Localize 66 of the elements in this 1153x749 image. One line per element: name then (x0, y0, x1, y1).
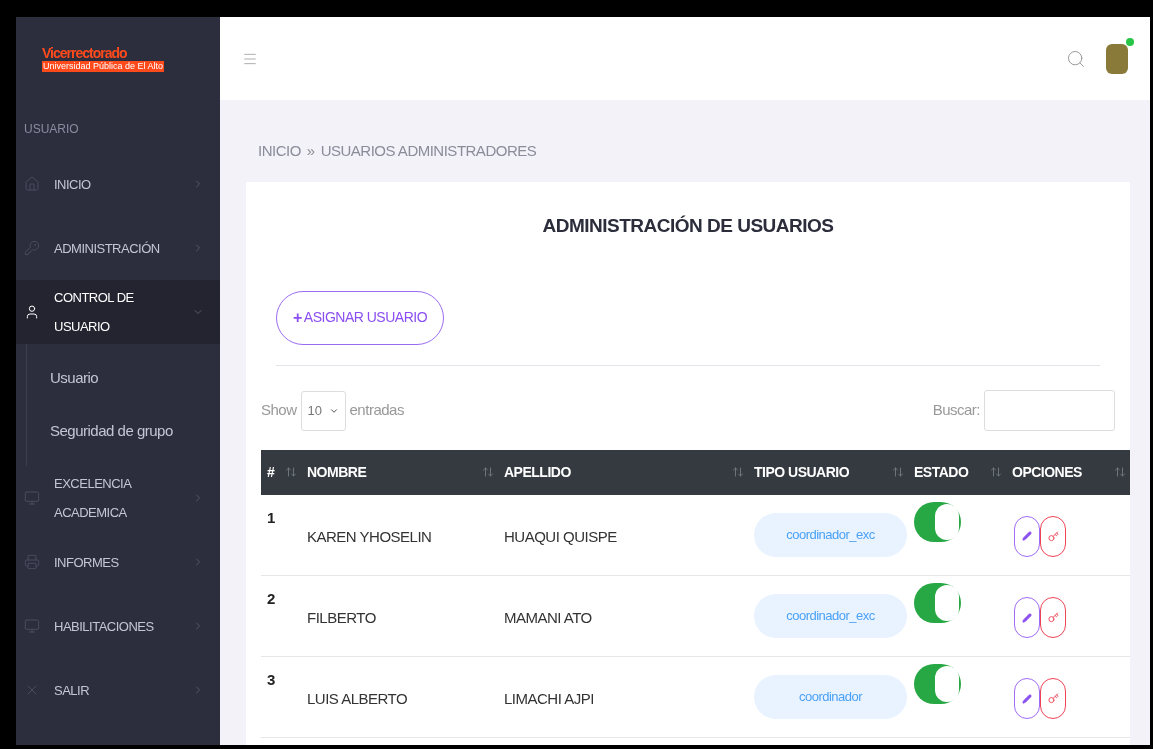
pencil-icon (1022, 531, 1032, 541)
sidebar-label: HABILITACIONES (54, 617, 155, 636)
table-cell: 2 (261, 575, 301, 657)
sidebar-subitem[interactable]: Usuario (27, 352, 220, 405)
sidebar-item[interactable]: HABILITACIONES (16, 594, 220, 658)
key-icon (1047, 612, 1059, 623)
page-size-select[interactable]: 10 (300, 390, 346, 431)
table-cell: LUIS ALBERTO (301, 656, 498, 738)
status-toggle[interactable] (914, 501, 961, 542)
show-label: Show (261, 400, 297, 421)
entries-label: entradas (349, 400, 404, 421)
user-icon (24, 304, 40, 320)
user-type-badge: coordinador_exc (754, 512, 907, 557)
column-header[interactable]: # (261, 449, 301, 495)
column-header[interactable]: NOMBRE (301, 449, 498, 495)
sidebar-item[interactable]: CONTROL DE USUARIO (16, 280, 220, 344)
sort-icon (990, 466, 1002, 478)
sidebar-label: EXCELENCIA ACADEMICA (54, 475, 133, 522)
search-icon[interactable] (1066, 48, 1086, 69)
key-icon (1047, 530, 1059, 542)
sidebar-label: INICIO (54, 175, 92, 194)
table-cell: MAMANI ATO (498, 575, 748, 657)
column-header[interactable]: OPCIONES (1006, 449, 1130, 495)
table-cell: HUAQUI QUISPE (498, 494, 748, 576)
logo[interactable]: Vicerrectorado Universidad Pública de El Alto (42, 45, 165, 72)
search-field[interactable] (984, 390, 1115, 431)
sidebar-label: CONTROL DE USUARIO (54, 289, 135, 336)
sidebar-section-label: USUARIO (23, 121, 80, 138)
sidebar-item[interactable]: EXCELENCIA ACADEMICA (16, 466, 220, 530)
pencil-icon (1022, 612, 1032, 623)
column-header[interactable]: ESTADO (908, 449, 1006, 495)
sidebar-subitem[interactable]: Seguridad de grupo (27, 405, 220, 458)
user-type-badge: coordinador_exc (754, 594, 907, 638)
pencil-icon (1022, 693, 1032, 704)
sidebar-item[interactable]: INFORMES (16, 530, 220, 594)
sidebar-label: ADMINISTRACIÓN (54, 239, 161, 258)
card-title: ADMINISTRACIÓN DE USUARIOS (541, 214, 835, 238)
sort-icon (285, 466, 297, 478)
user-type-badge: coordinador (754, 675, 907, 719)
column-header[interactable]: APELLIDO (498, 449, 748, 495)
table-cell: KAREN YHOSELIN (301, 494, 498, 576)
sort-icon (482, 466, 494, 478)
printer-icon (24, 554, 40, 570)
sidebar-item[interactable]: ADMINISTRACIÓN (16, 216, 220, 280)
table-cell: FILBERTO (301, 575, 498, 657)
avatar[interactable] (1106, 43, 1128, 74)
sort-icon (732, 466, 744, 478)
column-header[interactable]: TIPO USUARIO (748, 449, 908, 495)
sidebar-item[interactable]: SALIR (16, 658, 220, 722)
status-toggle[interactable] (914, 583, 961, 623)
home-icon (24, 176, 40, 192)
table-cell: 1 (261, 494, 301, 576)
table-cell: LIMACHI AJPI (498, 656, 748, 738)
key-icon (24, 240, 40, 256)
sort-icon (892, 466, 904, 478)
sidebar-label: INFORMES (54, 553, 120, 572)
status-toggle[interactable] (914, 664, 961, 704)
monitor-icon (24, 618, 40, 634)
sidebar-item[interactable]: INICIO (16, 152, 220, 216)
key-icon (1047, 693, 1059, 704)
sort-icon (1114, 466, 1126, 478)
sidebar-label: SALIR (54, 681, 91, 700)
breadcrumb-separator: » (306, 140, 315, 161)
search-label: Buscar: (932, 400, 980, 421)
monitor-icon (24, 490, 40, 506)
table-cell: 3 (261, 656, 301, 738)
